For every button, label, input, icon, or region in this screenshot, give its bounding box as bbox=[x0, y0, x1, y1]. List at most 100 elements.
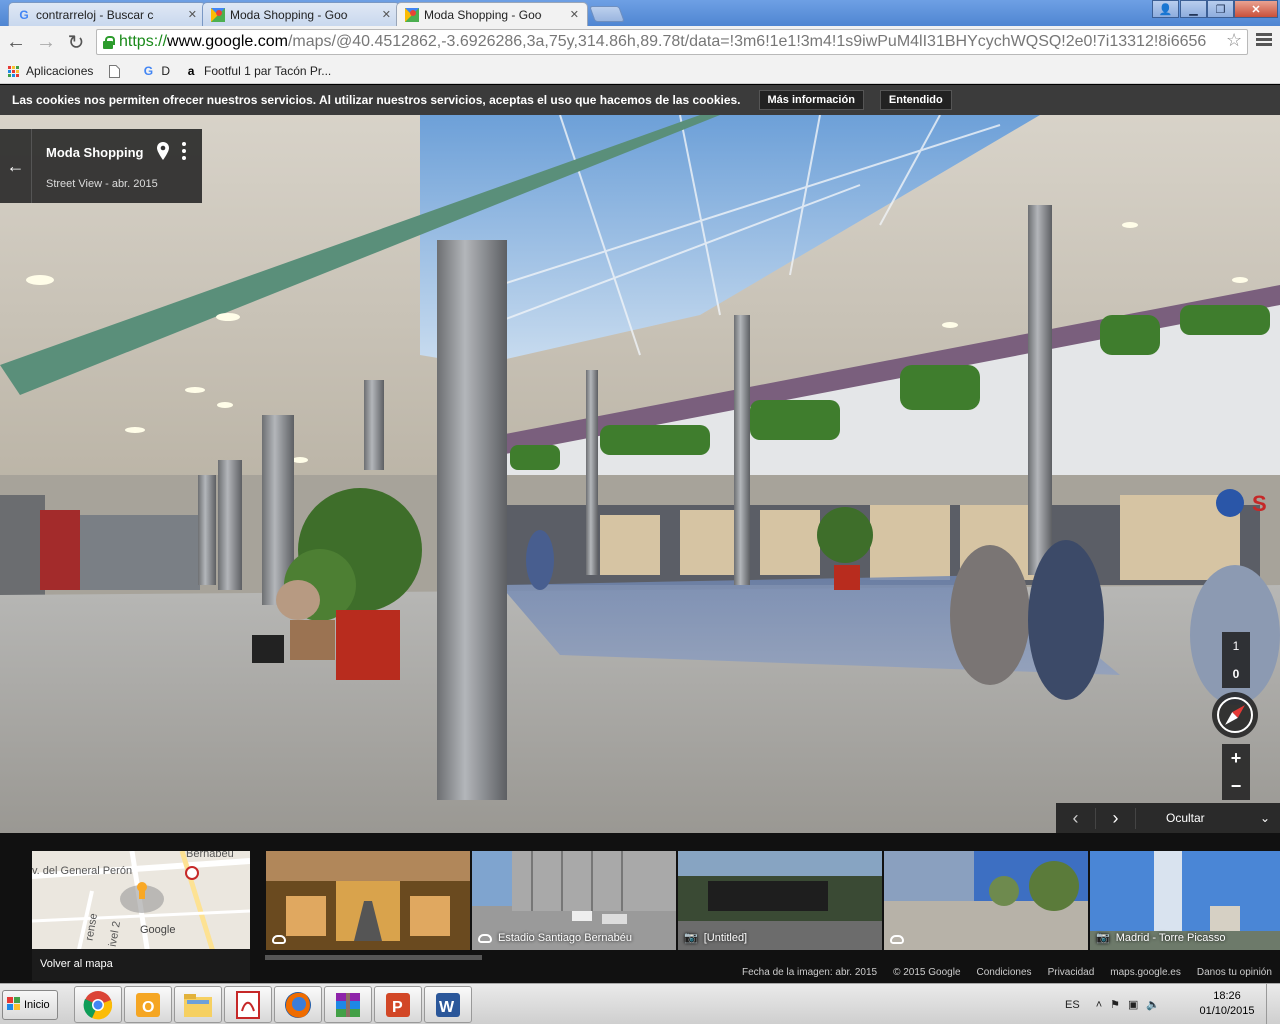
panorama-icon bbox=[890, 935, 904, 944]
language-indicator[interactable]: ES bbox=[1065, 999, 1080, 1011]
forward-arrow-icon[interactable]: → bbox=[34, 31, 58, 53]
firefox-icon[interactable] bbox=[274, 986, 322, 1023]
address-bar[interactable]: https:// www.google.com /maps/@40.451286… bbox=[96, 29, 1248, 55]
acrobat-icon[interactable] bbox=[224, 986, 272, 1023]
zoom-out-button[interactable]: − bbox=[1222, 772, 1250, 800]
page-icon bbox=[107, 64, 121, 78]
terms-link[interactable]: Condiciones bbox=[977, 967, 1032, 978]
google-logo: Google bbox=[140, 924, 176, 936]
zoom-in-button[interactable]: + bbox=[1222, 744, 1250, 772]
start-label: Inicio bbox=[24, 999, 50, 1011]
outlook-icon[interactable]: O bbox=[124, 986, 172, 1023]
bookmark-page[interactable] bbox=[107, 64, 127, 78]
svg-text:W: W bbox=[439, 999, 455, 1016]
street-view-panorama[interactable]: S bbox=[0, 115, 1280, 833]
close-window-button[interactable]: ✕ bbox=[1234, 0, 1278, 18]
show-hidden-icons-icon[interactable]: ˄ bbox=[1096, 999, 1102, 1011]
floor-level-selector: 1 0 bbox=[1222, 632, 1250, 688]
bookmark-star-icon[interactable]: ☆ bbox=[1226, 30, 1242, 51]
windows-taskbar: Inicio O P W ES ˄ ⚑ ▣ 🔈 18:26 01/10/2015 bbox=[0, 983, 1280, 1024]
map-pin-icon[interactable] bbox=[157, 142, 169, 160]
google-g-icon: G bbox=[143, 64, 154, 78]
privacy-link[interactable]: Privacidad bbox=[1048, 967, 1095, 978]
close-icon[interactable]: ✕ bbox=[382, 8, 391, 21]
maps-domain-link[interactable]: maps.google.es bbox=[1110, 967, 1181, 978]
bookmark-apps[interactable]: Aplicaciones bbox=[6, 64, 93, 78]
word-icon[interactable]: W bbox=[424, 986, 472, 1023]
windows-logo-icon bbox=[7, 996, 21, 1014]
restore-button[interactable]: ❐ bbox=[1207, 0, 1234, 18]
camera-icon: 📷 bbox=[1096, 932, 1110, 944]
user-icon[interactable]: 👤 bbox=[1152, 0, 1179, 18]
level-1-button[interactable]: 1 bbox=[1222, 632, 1250, 660]
winrar-icon[interactable] bbox=[324, 986, 372, 1023]
tab-label: Moda Shopping - Google Map bbox=[424, 7, 542, 22]
thumbnail-4[interactable] bbox=[884, 851, 1088, 950]
hide-filmstrip-button[interactable]: Ocultar bbox=[1166, 811, 1205, 825]
tab-moda-shopping-active[interactable]: Moda Shopping - Google Map ✕ bbox=[396, 2, 588, 26]
mini-map[interactable]: Bernabéu v. del General Perón Google ren… bbox=[32, 851, 250, 981]
chevron-left-icon[interactable]: ‹ bbox=[1056, 807, 1096, 829]
thumbnail-1[interactable] bbox=[266, 851, 470, 950]
chevron-down-icon[interactable]: ⌄ bbox=[1260, 811, 1270, 825]
action-center-flag-icon[interactable]: ⚑ bbox=[1110, 998, 1120, 1011]
accept-cookies-button[interactable]: Entendido bbox=[879, 90, 952, 110]
reload-icon[interactable]: ↻ bbox=[64, 31, 88, 54]
close-icon[interactable]: ✕ bbox=[570, 8, 579, 21]
maps-footer: Fecha de la imagen: abr. 2015 © 2015 Goo… bbox=[742, 967, 1280, 978]
compass-icon[interactable] bbox=[1212, 692, 1258, 738]
thumbnail-2[interactable]: Estadio Santiago Bernabéu bbox=[472, 851, 676, 950]
volume-icon[interactable]: 🔈 bbox=[1146, 998, 1160, 1011]
show-desktop-button[interactable] bbox=[1266, 984, 1280, 1024]
more-info-button[interactable]: Más información bbox=[758, 90, 864, 110]
zoom-control: + − bbox=[1222, 744, 1250, 800]
clock-date: 01/10/2015 bbox=[1199, 1005, 1255, 1017]
filmstrip-scrollbar[interactable] bbox=[265, 955, 482, 960]
photo-filmstrip: Bernabéu v. del General Perón Google ren… bbox=[0, 833, 1280, 983]
bookmark-label: Footful 1 par Tacón Pr... bbox=[204, 64, 332, 78]
close-icon[interactable]: ✕ bbox=[188, 8, 197, 21]
tab-buscar[interactable]: G contrarreloj - Buscar con Goo ✕ bbox=[8, 2, 206, 26]
explorer-icon[interactable] bbox=[174, 986, 222, 1023]
hamburger-menu-icon[interactable] bbox=[1256, 33, 1272, 48]
minimize-button[interactable]: ▁ bbox=[1180, 0, 1207, 18]
more-options-icon[interactable] bbox=[182, 142, 186, 163]
copyright: © 2015 Google bbox=[893, 967, 961, 978]
google-g-icon: G bbox=[19, 7, 29, 22]
lock-icon bbox=[101, 35, 115, 49]
network-icon[interactable]: ▣ bbox=[1128, 998, 1138, 1011]
url-path: /maps/@40.4512862,-3.6926286,3a,75y,314.… bbox=[287, 33, 1207, 50]
back-to-map-button[interactable]: Volver al mapa bbox=[32, 949, 250, 981]
thumbnail-caption: Estadio Santiago Bernabéu bbox=[478, 932, 632, 944]
thumbnail-caption bbox=[272, 935, 292, 944]
thumbnail-caption: 📷 Madrid - Torre Picasso bbox=[1096, 931, 1226, 945]
chrome-icon[interactable] bbox=[74, 986, 122, 1023]
tab-moda-shopping-1[interactable]: Moda Shopping - Google Map ✕ bbox=[202, 2, 400, 26]
clock-time: 18:26 bbox=[1213, 990, 1241, 1002]
thumbnail-3[interactable]: 📷 [Untitled] bbox=[678, 851, 882, 950]
svg-text:O: O bbox=[142, 999, 154, 1016]
place-subtitle: Street View - abr. 2015 bbox=[46, 178, 158, 190]
thumbnail-caption bbox=[890, 935, 910, 944]
powerpoint-icon[interactable]: P bbox=[374, 986, 422, 1023]
back-arrow-icon[interactable]: ← bbox=[0, 129, 32, 203]
place-title[interactable]: Moda Shopping bbox=[46, 145, 143, 160]
bookmark-footful[interactable]: a Footful 1 par Tacón Pr... bbox=[184, 64, 332, 78]
tab-label: Moda Shopping - Google Map bbox=[230, 7, 348, 22]
apps-grid-icon bbox=[6, 64, 20, 78]
start-button[interactable]: Inicio bbox=[2, 990, 58, 1020]
panorama-icon bbox=[478, 933, 492, 943]
bookmark-label: D bbox=[161, 64, 171, 78]
google-maps-icon bbox=[211, 7, 225, 22]
image-date: Fecha de la imagen: abr. 2015 bbox=[742, 967, 878, 978]
bookmarks-bar: Aplicaciones G D a Footful 1 par Tacón P… bbox=[0, 59, 1280, 84]
system-clock[interactable]: 18:26 01/10/2015 bbox=[1196, 989, 1258, 1019]
chevron-right-icon[interactable]: › bbox=[1096, 807, 1136, 829]
feedback-link[interactable]: Danos tu opinión bbox=[1197, 967, 1272, 978]
bookmark-google[interactable]: G D bbox=[141, 64, 170, 78]
thumbnail-caption: 📷 [Untitled] bbox=[684, 931, 748, 945]
thumbnail-5[interactable]: 📷 Madrid - Torre Picasso bbox=[1090, 851, 1280, 950]
back-arrow-icon[interactable]: ← bbox=[4, 31, 28, 53]
new-tab-button[interactable] bbox=[589, 6, 625, 22]
level-0-button[interactable]: 0 bbox=[1222, 660, 1250, 688]
